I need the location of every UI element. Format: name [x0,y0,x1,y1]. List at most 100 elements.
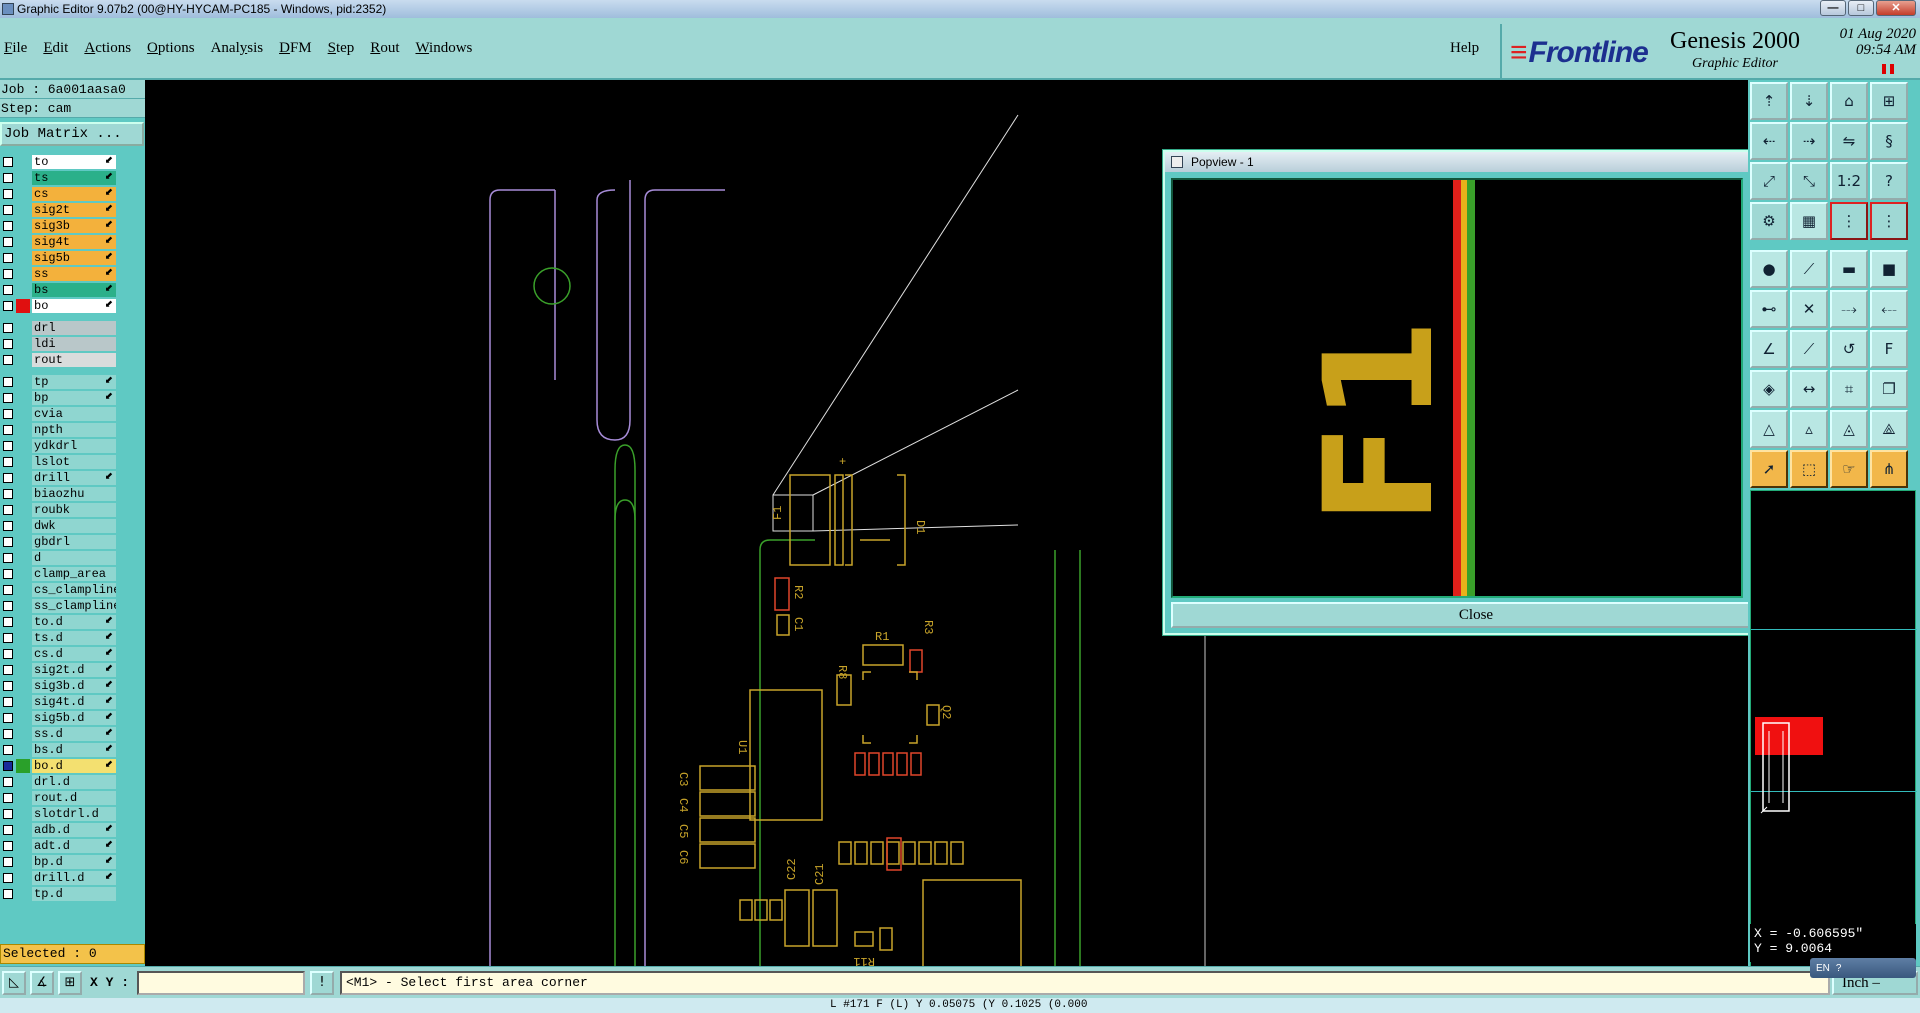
layer-row[interactable]: bo.d ⬋ [0,758,118,774]
layer-name[interactable]: ts.d ⬋ [32,631,116,645]
popview-window[interactable]: Popview - 1 ✕ F1 ⊡ ⤒ ⤓ ⇤ ⇥ ⤧ ⤨ Clo [1163,150,1748,635]
menu-edit[interactable]: Edit [43,40,68,57]
window-titlebar[interactable]: Graphic Editor 9.07b2 (00@HY-HYCAM-PC185… [0,0,1920,18]
layer-color-swatch[interactable] [16,823,30,837]
menu-windows[interactable]: Windows [415,40,472,57]
pause-icon[interactable] [1882,64,1894,74]
layer-checkbox[interactable] [3,301,13,311]
layer-color-swatch[interactable] [16,353,30,367]
layer-checkbox[interactable] [3,221,13,231]
layer-color-swatch[interactable] [16,219,30,233]
layer-name[interactable]: cs ⬋ [32,187,116,201]
layer-color-swatch[interactable] [16,599,30,613]
measure-icon[interactable]: ↔ [1790,370,1828,408]
layer-row[interactable]: slotdrl.d [0,806,118,822]
zoom-out-icon[interactable]: ⤡ [1790,162,1828,200]
menu-rout[interactable]: Rout [370,40,399,57]
layer-color-swatch[interactable] [16,519,30,533]
layer-checkbox[interactable] [3,537,13,547]
layer-row[interactable]: bp.d ⬋ [0,854,118,870]
layer-color-swatch[interactable] [16,679,30,693]
layer-checkbox[interactable] [3,457,13,467]
layer-color-swatch[interactable] [16,251,30,265]
pan-left-icon[interactable]: ⇠ [1750,122,1788,160]
layer-row[interactable]: bs ⬋ [0,282,118,298]
layer-row[interactable]: ydkdrl [0,438,118,454]
pan-up-icon[interactable]: ⇡ [1750,82,1788,120]
move-point-icon[interactable]: ⤏ [1830,290,1868,328]
layer-row[interactable]: rout.d [0,790,118,806]
layer-checkbox[interactable] [3,809,13,819]
pad-move-icon[interactable]: ◈ [1750,370,1788,408]
layer-checkbox[interactable] [3,473,13,483]
layer-name[interactable]: cvia [32,407,116,421]
layer-row[interactable]: bs.d ⬋ [0,742,118,758]
layer-name[interactable]: drill.d ⬋ [32,871,116,885]
layer-name[interactable]: sig4t ⬋ [32,235,116,249]
layer-checkbox[interactable] [3,681,13,691]
layer-row[interactable]: cs_clampline [0,582,118,598]
layer-row[interactable]: adb.d ⬋ [0,822,118,838]
layer-checkbox[interactable] [3,339,13,349]
layer-name[interactable]: biaozhu [32,487,116,501]
layer-row[interactable]: cvia [0,406,118,422]
layer-checkbox[interactable] [3,569,13,579]
layer-color-swatch[interactable] [16,807,30,821]
layer-row[interactable]: bo ⬋ [0,298,118,314]
layer-row[interactable]: sig3b.d ⬋ [0,678,118,694]
ime-help-icon[interactable]: ? [1836,963,1842,974]
menu-options[interactable]: Options [147,40,195,57]
layer-name[interactable]: ss.d ⬋ [32,727,116,741]
layer-row[interactable]: sig2t ⬋ [0,202,118,218]
layer-name[interactable]: dwk [32,519,116,533]
layer-color-swatch[interactable] [16,283,30,297]
layer-checkbox[interactable] [3,253,13,263]
layer-name[interactable]: cs.d ⬋ [32,647,116,661]
mirror-icon[interactable]: ⇋ [1830,122,1868,160]
layer-row[interactable]: ss.d ⬋ [0,726,118,742]
layer-checkbox[interactable] [3,323,13,333]
layer-color-swatch[interactable] [16,439,30,453]
layer-color-swatch[interactable] [16,503,30,517]
layer-color-swatch[interactable] [16,775,30,789]
layer-color-swatch[interactable] [16,791,30,805]
layer-name[interactable]: sig3b ⬋ [32,219,116,233]
layer-checkbox[interactable] [3,269,13,279]
layer-row[interactable]: ss_clampline [0,598,118,614]
layer-color-swatch[interactable] [16,455,30,469]
layer-row[interactable]: tp.d [0,886,118,902]
layer-row[interactable]: drl [0,320,118,336]
maximize-button[interactable]: □ [1848,0,1874,16]
layer-row[interactable]: clamp_area [0,566,118,582]
layer-checkbox[interactable] [3,697,13,707]
zoom-1to2-icon[interactable]: 1:2 [1830,162,1868,200]
layer-color-swatch[interactable] [16,583,30,597]
layer-checkbox[interactable] [3,409,13,419]
popview-titlebar[interactable]: Popview - 1 ✕ [1165,152,1748,172]
layer-checkbox[interactable] [3,189,13,199]
layer-checkbox[interactable] [3,793,13,803]
layer-name[interactable]: drl.d [32,775,116,789]
select-net-icon[interactable]: ⋔ [1870,450,1908,488]
layer-name[interactable]: bo.d ⬋ [32,759,116,773]
layer-color-swatch[interactable] [16,839,30,853]
layer-name[interactable]: drl [32,321,116,335]
layer-name[interactable]: sig2t ⬋ [32,203,116,217]
layer-color-swatch[interactable] [16,695,30,709]
layer-checkbox[interactable] [3,355,13,365]
layer-row[interactable]: npth [0,422,118,438]
arc-icon[interactable]: ↺ [1830,330,1868,368]
triangle-area-icon[interactable]: ◬ [1830,410,1868,448]
layer-name[interactable]: drill ⬋ [32,471,116,485]
triangle-edge-icon[interactable]: ⟁ [1870,410,1908,448]
layer-color-swatch[interactable] [16,535,30,549]
layer-checkbox[interactable] [3,761,13,771]
layer-row[interactable]: to.d ⬋ [0,614,118,630]
layer-name[interactable]: cs_clampline [32,583,116,597]
layer-color-swatch[interactable] [16,155,30,169]
layer-row[interactable]: drill ⬋ [0,470,118,486]
layer-row[interactable]: sig3b ⬋ [0,218,118,234]
select-box-icon[interactable]: ⬚ [1790,450,1828,488]
layer-color-swatch[interactable] [16,631,30,645]
layer-checkbox[interactable] [3,489,13,499]
